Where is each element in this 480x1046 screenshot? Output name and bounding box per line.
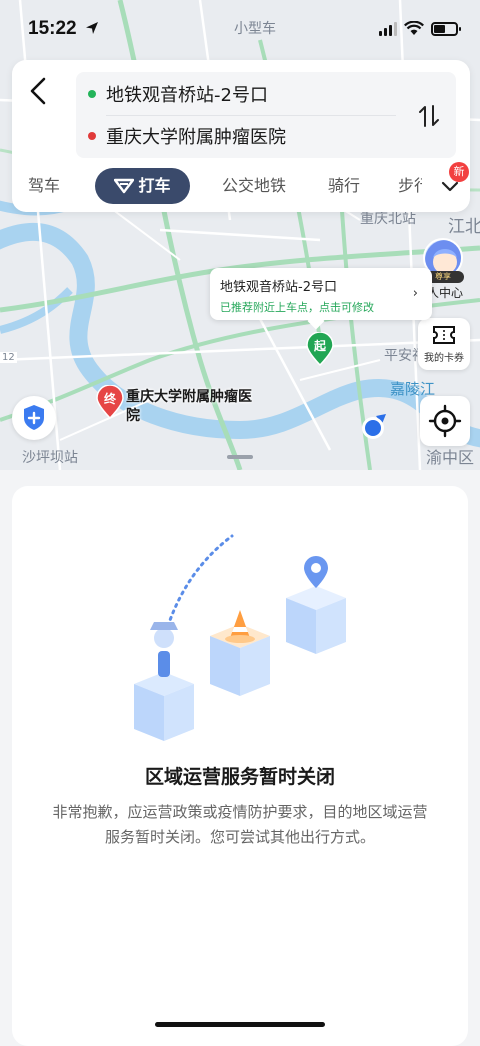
map-label-station: 沙坪坝站 bbox=[22, 450, 78, 466]
status-time: 15:22 bbox=[28, 18, 77, 39]
route-card: 地铁观音桥站-2号口 重庆大学附属肿瘤医院 驾车 打车 公交地铁 骑行 步行 新 bbox=[12, 60, 470, 212]
origin-dot-icon bbox=[88, 90, 96, 98]
tab-taxi[interactable]: 打车 bbox=[95, 168, 190, 204]
transport-mode-tabs: 驾车 打车 公交地铁 骑行 步行 新 bbox=[12, 162, 470, 208]
map-label-route-num: 12 bbox=[0, 352, 17, 363]
destination-row[interactable]: 重庆大学附属肿瘤医院 bbox=[88, 118, 286, 154]
pickup-hint: 已推荐附近上车点，点击可修改 bbox=[220, 301, 374, 314]
tab-walk[interactable]: 步行 bbox=[398, 168, 422, 204]
wifi-icon bbox=[404, 21, 424, 35]
origin-text: 地铁观音桥站-2号口 bbox=[106, 85, 268, 106]
swap-arrows-icon[interactable] bbox=[418, 104, 440, 128]
drag-handle[interactable] bbox=[227, 455, 253, 459]
pickup-title: 地铁观音桥站-2号口 bbox=[220, 280, 337, 295]
destination-text: 重庆大学附属肿瘤医院 bbox=[106, 127, 286, 148]
safety-button[interactable] bbox=[12, 396, 56, 440]
start-pin[interactable]: 起 bbox=[306, 331, 334, 367]
address-divider bbox=[106, 115, 396, 116]
status-icons bbox=[379, 21, 461, 36]
ticket-icon bbox=[433, 326, 455, 344]
panel-title: 区域运营服务暂时关闭 bbox=[144, 766, 335, 788]
service-closed-illustration-icon bbox=[134, 534, 346, 741]
address-box: 地铁观音桥站-2号口 重庆大学附属肿瘤医院 bbox=[76, 72, 456, 158]
home-indicator bbox=[155, 1022, 325, 1027]
new-badge: 新 bbox=[449, 162, 469, 182]
tab-bike[interactable]: 骑行 bbox=[328, 168, 360, 204]
coupon-label: 我的卡券 bbox=[424, 353, 464, 364]
end-pin[interactable]: 终 bbox=[96, 384, 124, 420]
location-arrow-icon bbox=[86, 22, 98, 34]
tab-taxi-label: 打车 bbox=[138, 176, 171, 195]
destination-dot-icon bbox=[88, 132, 96, 140]
taxi-logo-icon bbox=[114, 178, 135, 194]
my-location-icon bbox=[362, 414, 386, 439]
origin-row[interactable]: 地铁观音桥站-2号口 bbox=[88, 76, 268, 112]
panel-description: 非常抱歉，应运营政策或疫情防护要求，目的地区域运营服务暂时关闭。您可尝试其他出行… bbox=[52, 803, 428, 846]
crosshair-icon bbox=[428, 404, 462, 438]
coupon-button[interactable]: 我的卡券 bbox=[418, 318, 470, 370]
battery-icon bbox=[431, 21, 461, 36]
tab-transit[interactable]: 公交地铁 bbox=[222, 168, 286, 204]
end-pin-label: 终 bbox=[103, 392, 116, 406]
start-pin-label: 起 bbox=[313, 339, 326, 353]
cellular-signal-icon bbox=[379, 21, 397, 36]
chevron-right-icon: › bbox=[412, 286, 418, 301]
map-label-yuzhong: 渝中区 bbox=[426, 448, 475, 467]
map-label-edge-right: 江北 bbox=[448, 217, 480, 237]
back-arrow-icon[interactable] bbox=[26, 76, 52, 106]
pickup-point-bubble[interactable]: 地铁观音桥站-2号口 已推荐附近上车点，点击可修改 › bbox=[210, 268, 432, 320]
locate-button[interactable] bbox=[420, 396, 470, 446]
service-closed-panel: 区域运营服务暂时关闭 非常抱歉，应运营政策或疫情防护要求，目的地区域运营服务暂时… bbox=[12, 486, 468, 1046]
status-bar: 15:22 bbox=[0, 0, 480, 56]
tab-drive[interactable]: 驾车 bbox=[28, 168, 60, 204]
destination-map-label: 重庆大学附属肿瘤医院 bbox=[126, 389, 252, 424]
shield-icon bbox=[24, 405, 44, 430]
